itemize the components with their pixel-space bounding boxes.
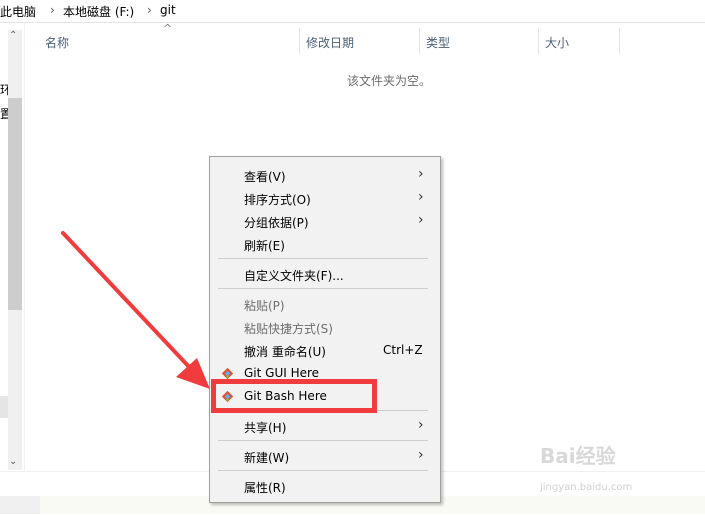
watermark-subtext: jingyan.baidu.com xyxy=(540,482,633,493)
annotation-arrow xyxy=(61,231,210,389)
watermark: Bai经验 jingyan.baidu.com xyxy=(540,440,632,493)
watermark-text: Bai经验 xyxy=(540,444,616,468)
